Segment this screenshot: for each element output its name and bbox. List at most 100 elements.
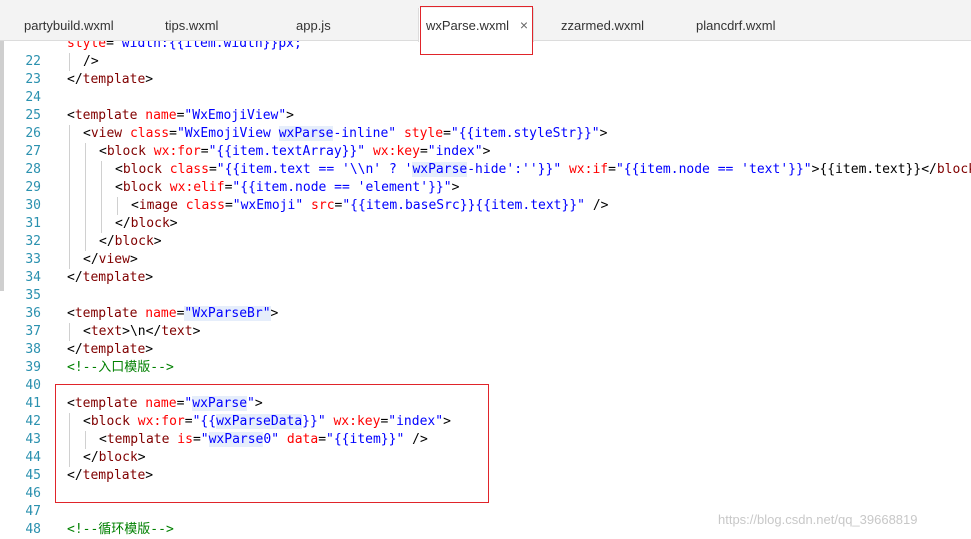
code-token: =: [169, 126, 177, 141]
tab-app-js[interactable]: app.js: [296, 8, 331, 41]
line-number: 44: [25, 450, 41, 465]
code-token: <: [115, 180, 123, 195]
code-line: style="width:{{item.width}}px;": [0, 41, 971, 53]
code-token: >: [145, 342, 154, 357]
code-token: >: [451, 180, 460, 195]
code-token: <: [99, 432, 107, 447]
code-token: "wxEmoji": [232, 198, 304, 213]
code-token: template: [82, 468, 146, 483]
code-text: </template>: [67, 341, 153, 359]
indent-guide: [85, 179, 86, 197]
code-token: "WxEmojiView": [184, 108, 287, 123]
code-token: ": [200, 432, 209, 447]
code-token: template: [106, 432, 170, 447]
indent-guide: [69, 251, 70, 269]
code-text: </template>: [67, 71, 153, 89]
code-line: 32 </block>: [0, 233, 971, 251]
code-line: 27 <block wx:for="{{item.textArray}}" wx:…: [0, 143, 971, 161]
code-token: <: [131, 198, 139, 213]
line-number: 26: [25, 126, 41, 141]
line-number: 45: [25, 468, 41, 483]
code-token: wxParse: [412, 162, 468, 177]
code-text: </block>: [115, 215, 178, 233]
code-editor[interactable]: style="width:{{item.width}}px;" 22/> 23 </t…: [0, 41, 971, 539]
close-icon[interactable]: ×: [520, 8, 528, 43]
code-token: >: [145, 468, 154, 483]
top-menu-strip: [0, 0, 971, 8]
code-token: wx:key: [333, 414, 381, 429]
tab-tips[interactable]: tips.wxml: [165, 8, 218, 41]
indent-guide: [101, 215, 102, 233]
indent-guide: [69, 179, 70, 197]
line-number: 41: [25, 396, 41, 411]
code-token: template: [74, 108, 138, 123]
watermark: https://blog.csdn.net/qq_39668819: [718, 512, 918, 527]
tab-label: plancdrf.wxml: [696, 18, 776, 33]
code-token: =: [224, 198, 233, 213]
code-token: </: [115, 216, 131, 231]
indent-guide: [85, 161, 86, 179]
code-line: 26 <view class="WxEmojiView wxParse-inlin…: [0, 125, 971, 143]
line-number: 27: [25, 144, 41, 159]
code-token: ": [247, 396, 255, 411]
code-token: block: [106, 144, 146, 159]
indent-guide: [101, 161, 102, 179]
code-token: =: [419, 144, 428, 159]
code-token: "{{item.text == '\\n' ? ': [216, 162, 413, 177]
code-token: <: [83, 126, 91, 141]
code-token: >: [137, 450, 146, 465]
tab-wxparse-active[interactable]: wxParse.wxml ×: [418, 8, 534, 42]
code-token: =: [608, 162, 616, 177]
code-token: <: [67, 396, 75, 411]
code-text: </template>: [67, 467, 153, 485]
indent-guide: [117, 197, 118, 215]
line-number: 30: [25, 198, 41, 213]
code-token: template: [82, 270, 146, 285]
line-number: 40: [25, 378, 41, 393]
code-line: 46: [0, 485, 971, 503]
code-token: block: [130, 216, 170, 231]
code-token: =: [184, 414, 193, 429]
indent-guide: [69, 161, 70, 179]
tab-partybuild[interactable]: partybuild.wxml: [24, 8, 114, 41]
indent-guide: [69, 413, 70, 431]
code-token: =: [106, 41, 114, 51]
tab-plancdrf[interactable]: plancdrf.wxml: [696, 8, 775, 41]
code-token: name: [145, 306, 177, 321]
code-token: <: [99, 144, 107, 159]
code-token: </: [145, 324, 162, 339]
code-text: </view>: [83, 251, 138, 269]
code-token: "{{item}}": [326, 432, 405, 447]
code-token: >: [443, 414, 451, 429]
code-token: >: [599, 126, 608, 141]
code-token: />: [412, 432, 428, 447]
code-token: view: [90, 126, 123, 141]
code-token: <: [67, 108, 75, 123]
code-token: </: [83, 450, 99, 465]
code-token: "width:{{item.width}}px;": [113, 41, 310, 51]
tab-zzarmed[interactable]: zzarmed.wxml: [561, 8, 644, 41]
line-number: 25: [25, 108, 41, 123]
indent-guide: [69, 53, 70, 71]
code-text: <template name="WxParseBr">: [67, 305, 278, 323]
code-token: <: [115, 162, 123, 177]
code-token: </: [67, 468, 83, 483]
indent-guide: [85, 215, 86, 233]
indent-guide: [69, 143, 70, 161]
code-token: -inline": [333, 126, 397, 141]
code-token: </: [921, 162, 937, 177]
code-token: =: [318, 432, 327, 447]
code-line: 45 </template>: [0, 467, 971, 485]
code-token: block: [114, 234, 154, 249]
code-token: wx:for: [137, 414, 185, 429]
indent-guide: [69, 215, 70, 233]
code-line: 44 </block>: [0, 449, 971, 467]
code-text: <block class="{{item.text == '\\n' ? 'wx…: [115, 161, 971, 179]
indent-guide: [85, 197, 86, 215]
code-token: wxParse: [192, 396, 248, 411]
code-token: image: [138, 198, 178, 213]
indent-guide: [85, 233, 86, 251]
